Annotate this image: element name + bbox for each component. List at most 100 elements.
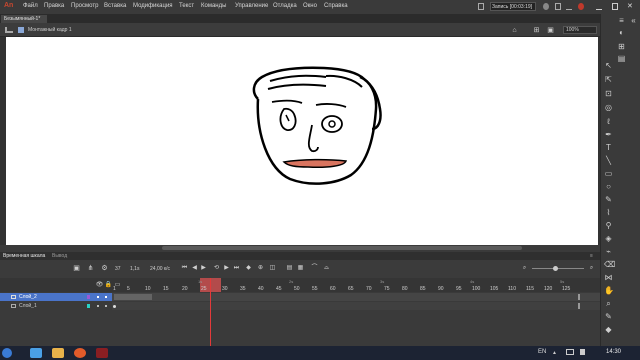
first-frame-icon[interactable]: ⏮ [180,264,189,273]
loop-icon[interactable]: ⟲ [212,264,221,273]
menu-modify[interactable]: Модификация [133,3,173,9]
bone-tool-icon[interactable]: ⚲ [604,221,613,230]
free-transform-tool-icon[interactable]: ⊡ [604,89,613,98]
menu-commands[interactable]: Команды [201,3,226,9]
media-taskbar-icon[interactable] [74,348,86,358]
menu-file[interactable]: Файл [23,3,38,9]
layer-color-swatch[interactable] [87,295,90,299]
next-frame-icon[interactable]: ▶ [222,264,231,273]
insert-keyframe-icon[interactable]: ◆ [244,264,253,273]
layout-icon[interactable] [478,3,484,10]
start-button-icon[interactable] [2,348,12,358]
oval-tool-icon[interactable]: ○ [604,182,613,191]
width-tool-icon[interactable]: ⋈ [604,273,613,282]
subselection-tool-icon[interactable]: ⇱ [604,75,613,84]
selection-tool-icon[interactable]: ↖ [604,61,613,70]
layer-visible-dot[interactable] [97,305,99,307]
layer-name[interactable]: Слой_1 [19,303,37,309]
visibility-icon[interactable]: 👁 [95,281,104,290]
tab-timeline[interactable]: Временная шкала [3,253,45,259]
modify-markers-icon[interactable]: ▦ [296,264,305,273]
lock-icon[interactable]: 🔒 [104,281,113,290]
hand-tool-icon[interactable]: ✋ [604,286,614,295]
edit-multiple-frames-icon[interactable]: ▤ [285,264,294,273]
current-frame[interactable]: 37 [115,266,121,272]
animate-taskbar-icon[interactable] [96,348,108,358]
volume-icon[interactable] [580,349,585,355]
play-icon[interactable]: ▶ [199,264,208,273]
close-icon[interactable]: ✕ [627,3,633,10]
layer-2-frames[interactable] [112,293,600,301]
eyedropper-tool-icon[interactable]: ⌁ [604,247,613,256]
zoom-select[interactable]: 100% [563,26,597,34]
back-arrow-icon[interactable] [5,27,13,33]
collapse-icon[interactable]: « [629,16,638,25]
zoom-tool-icon[interactable]: ⌕ [604,299,613,308]
minimize-icon[interactable] [596,3,602,10]
classic-tween-icon[interactable]: ⌓ [322,264,331,273]
timeline-zoom-slider[interactable] [532,268,584,269]
text-tool-icon[interactable]: T [604,143,613,152]
layer-visible-dot[interactable] [97,296,99,298]
align-stage-icon[interactable]: ⌂ [510,26,519,35]
menu-debug[interactable]: Отладка [273,3,297,9]
stop-record-icon[interactable] [543,3,549,10]
onion-skin-icon[interactable]: ⚙ [100,264,109,273]
timeline-menu-icon[interactable]: ≡ [590,253,593,259]
menu-text[interactable]: Текст [179,3,194,9]
layer-1-frames[interactable] [112,302,600,310]
library-panel-icon[interactable]: ▤ [617,54,626,63]
brush-tool-icon[interactable]: ⌇ [604,208,613,217]
zoom-in-timeline-icon[interactable]: ⌕ [587,264,596,273]
timeline-ruler[interactable]: 👁 🔒 ▭ 1 5 10 15 20 25 30 35 40 45 50 55 … [0,278,600,292]
parent-layer-icon[interactable]: ⋔ [86,264,95,273]
keyframe-span[interactable] [114,294,152,300]
lasso-tool-icon[interactable]: ℓ [604,117,613,126]
zoom-out-timeline-icon[interactable]: ⌕ [520,264,529,273]
prev-frame-icon[interactable]: ◀ [190,264,199,273]
maximize-icon[interactable] [612,3,618,10]
menu-insert[interactable]: Вставка [104,3,126,9]
pen-tool-icon[interactable]: ✒ [604,130,613,139]
camera-layer-icon[interactable]: ▣ [72,264,81,273]
explorer-taskbar-icon[interactable] [52,348,64,358]
tween-icon[interactable]: ⌒ [310,264,319,273]
pause-record-icon[interactable] [555,3,561,10]
menu-edit[interactable]: Правка [44,3,64,9]
keyframe-dot[interactable] [113,305,116,308]
center-frame-icon[interactable]: ⊕ [256,264,265,273]
horizontal-scrollbar[interactable] [162,246,522,250]
menu-view[interactable]: Просмотр [71,3,98,9]
clip-icon[interactable]: ▣ [546,26,555,35]
language-indicator[interactable]: EN [538,349,546,355]
edit-symbol-icon[interactable]: ⊞ [532,26,541,35]
tab-output[interactable]: Вывод [52,253,67,259]
camera-icon[interactable] [566,3,572,10]
align-panel-icon[interactable]: ⊞ [617,42,626,51]
stroke-color-icon[interactable]: ✎ [604,312,613,321]
line-tool-icon[interactable]: ╲ [604,156,613,165]
onion-skin-outline-icon[interactable]: ◫ [268,264,277,273]
layer-lock-dot[interactable] [105,305,107,307]
layer-lock-dot[interactable] [105,296,107,298]
timeline-zoom-thumb[interactable] [553,266,558,271]
layer-row-1[interactable]: Слой_1 [0,302,112,310]
menu-help[interactable]: Справка [324,3,348,9]
record-icon[interactable] [578,3,584,10]
ie-taskbar-icon[interactable] [30,348,42,358]
fps-readout[interactable]: 24,00 к/с [150,266,170,272]
document-tab[interactable]: Безымянный-1* [1,15,47,23]
3d-rotation-tool-icon[interactable]: ◎ [604,103,613,112]
paint-bucket-tool-icon[interactable]: ◈ [604,234,613,243]
fill-color-icon[interactable]: ◆ [604,325,613,334]
layer-color-swatch[interactable] [87,304,90,308]
layer-row-2[interactable]: Слой_2 [0,293,112,301]
network-icon[interactable] [566,349,574,355]
eraser-tool-icon[interactable]: ⌫ [604,260,615,269]
last-frame-icon[interactable]: ⏭ [232,264,241,273]
layer-name[interactable]: Слой_2 [19,294,37,300]
color-panel-icon[interactable]: ◐ [617,28,626,37]
tray-up-icon[interactable]: ▲ [552,350,557,356]
rectangle-tool-icon[interactable]: ▭ [604,169,613,178]
pencil-tool-icon[interactable]: ✎ [604,195,613,204]
